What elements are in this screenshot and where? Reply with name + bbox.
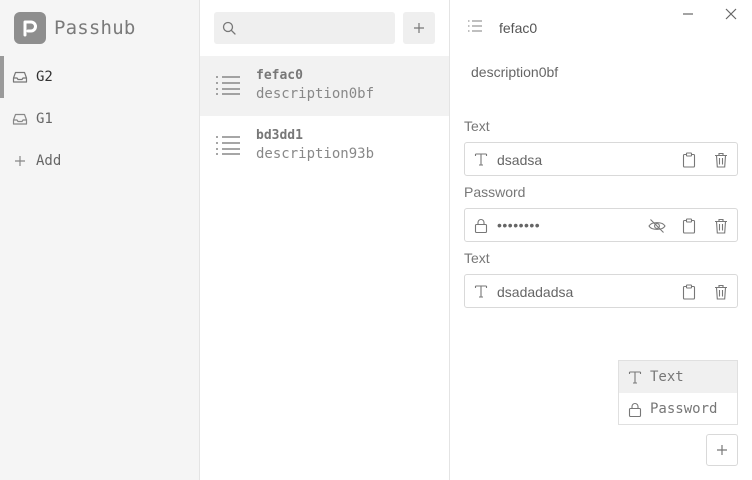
plus-icon bbox=[413, 22, 425, 34]
delete-button[interactable] bbox=[712, 151, 730, 169]
entry-subtitle: description93b bbox=[256, 146, 375, 162]
copy-button[interactable] bbox=[680, 217, 698, 235]
trash-icon bbox=[715, 152, 727, 168]
sidebar-item-label: G2 bbox=[36, 69, 53, 85]
field-value: •••••••• bbox=[497, 217, 541, 233]
clipboard-icon bbox=[682, 284, 696, 300]
list-icon bbox=[468, 20, 482, 32]
add-field-button[interactable] bbox=[706, 434, 738, 466]
eye-off-icon bbox=[648, 219, 666, 233]
lock-icon bbox=[474, 218, 488, 233]
text-type-icon bbox=[474, 284, 488, 298]
sidebar-item-g1[interactable]: G1 bbox=[0, 98, 199, 140]
entry-title: bd3dd1 bbox=[256, 128, 303, 143]
add-group-button[interactable]: Add bbox=[0, 140, 199, 182]
lock-icon bbox=[628, 402, 642, 417]
delete-button[interactable] bbox=[712, 217, 730, 235]
field-label: Text bbox=[464, 250, 490, 266]
menu-item-password[interactable]: Password bbox=[619, 393, 737, 425]
search-icon bbox=[222, 21, 236, 35]
minimize-icon bbox=[682, 8, 694, 20]
text-field[interactable]: dsadsa bbox=[464, 142, 738, 176]
field-value: dsadadadsa bbox=[497, 284, 574, 300]
inbox-icon bbox=[12, 111, 28, 127]
toggle-visibility-button[interactable] bbox=[648, 217, 666, 235]
list-item[interactable]: fefac0 description0bf bbox=[200, 56, 449, 116]
entry-description-field[interactable]: description0bf bbox=[471, 64, 558, 80]
menu-item-label: Text bbox=[650, 369, 684, 385]
brand: Passhub bbox=[14, 12, 135, 44]
close-icon bbox=[725, 8, 737, 20]
list-icon bbox=[216, 75, 240, 95]
trash-icon bbox=[715, 284, 727, 300]
app-logo bbox=[14, 12, 46, 44]
entry-title: fefac0 bbox=[256, 68, 303, 83]
inbox-icon bbox=[12, 69, 28, 85]
close-button[interactable] bbox=[721, 4, 741, 24]
clipboard-icon bbox=[682, 218, 696, 234]
text-icon bbox=[628, 370, 642, 384]
field-label: Text bbox=[464, 118, 490, 134]
add-entry-button[interactable] bbox=[403, 12, 435, 44]
trash-icon bbox=[715, 218, 727, 234]
add-group-label: Add bbox=[36, 153, 62, 169]
plus-icon bbox=[12, 153, 28, 169]
entry-list: fefac0 description0bf bd3dd1 description… bbox=[200, 0, 450, 480]
sidebar-item-label: G1 bbox=[36, 111, 53, 127]
app-name: Passhub bbox=[54, 17, 136, 39]
menu-item-text[interactable]: Text bbox=[619, 361, 737, 393]
field-label: Password bbox=[464, 184, 526, 200]
plus-icon bbox=[716, 444, 728, 456]
password-field[interactable]: •••••••• bbox=[464, 208, 738, 242]
text-field[interactable]: dsadadadsa bbox=[464, 274, 738, 308]
delete-button[interactable] bbox=[712, 283, 730, 301]
text-type-icon bbox=[474, 152, 488, 166]
sidebar-item-g2[interactable]: G2 bbox=[0, 56, 199, 98]
menu-item-label: Password bbox=[650, 401, 718, 417]
sidebar: Passhub G2 G1 Add bbox=[0, 0, 200, 480]
copy-button[interactable] bbox=[680, 151, 698, 169]
list-icon bbox=[216, 135, 240, 155]
minimize-button[interactable] bbox=[678, 4, 698, 24]
entry-title-field[interactable]: fefac0 bbox=[499, 20, 537, 36]
list-item[interactable]: bd3dd1 description93b bbox=[200, 116, 449, 176]
clipboard-icon bbox=[682, 152, 696, 168]
field-value: dsadsa bbox=[497, 152, 543, 168]
logo-glyph bbox=[23, 20, 37, 37]
add-field-menu: Text Password bbox=[618, 360, 738, 425]
entry-subtitle: description0bf bbox=[256, 86, 375, 102]
copy-button[interactable] bbox=[680, 283, 698, 301]
search-input[interactable] bbox=[214, 12, 395, 44]
